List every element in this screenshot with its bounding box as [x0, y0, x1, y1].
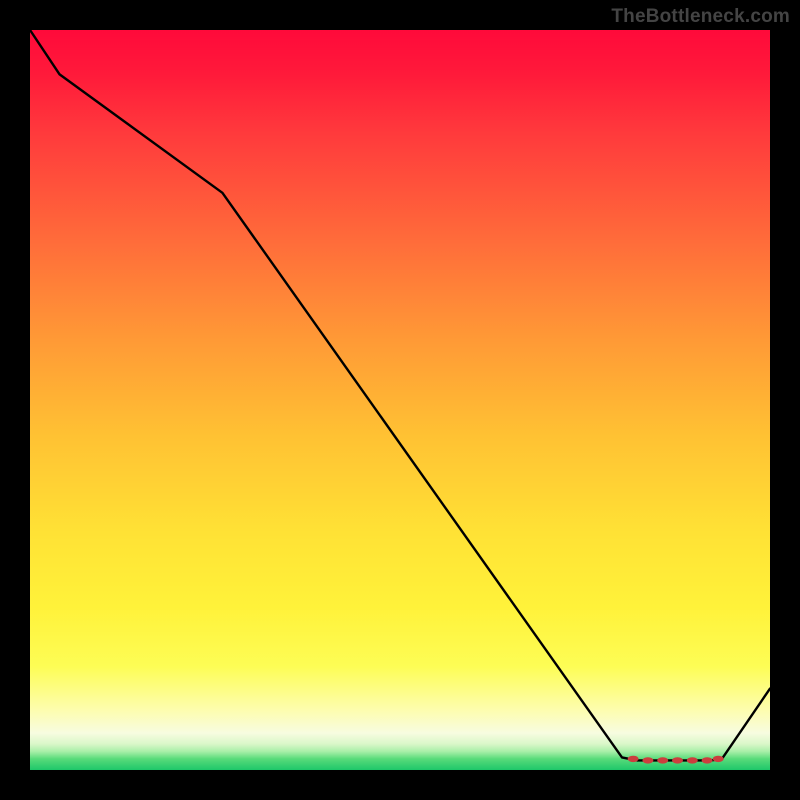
trough-marker: [657, 757, 668, 763]
plot-area: [30, 30, 770, 770]
trough-marker: [702, 757, 713, 763]
main-curve: [30, 30, 770, 760]
trough-marker: [687, 757, 698, 763]
watermark-text: TheBottleneck.com: [611, 6, 790, 28]
trough-marker: [628, 756, 639, 762]
trough-marker: [642, 757, 653, 763]
trough-marker: [672, 757, 683, 763]
chart-svg: [30, 30, 770, 770]
chart-frame: TheBottleneck.com: [0, 0, 800, 800]
trough-marker: [713, 756, 724, 762]
